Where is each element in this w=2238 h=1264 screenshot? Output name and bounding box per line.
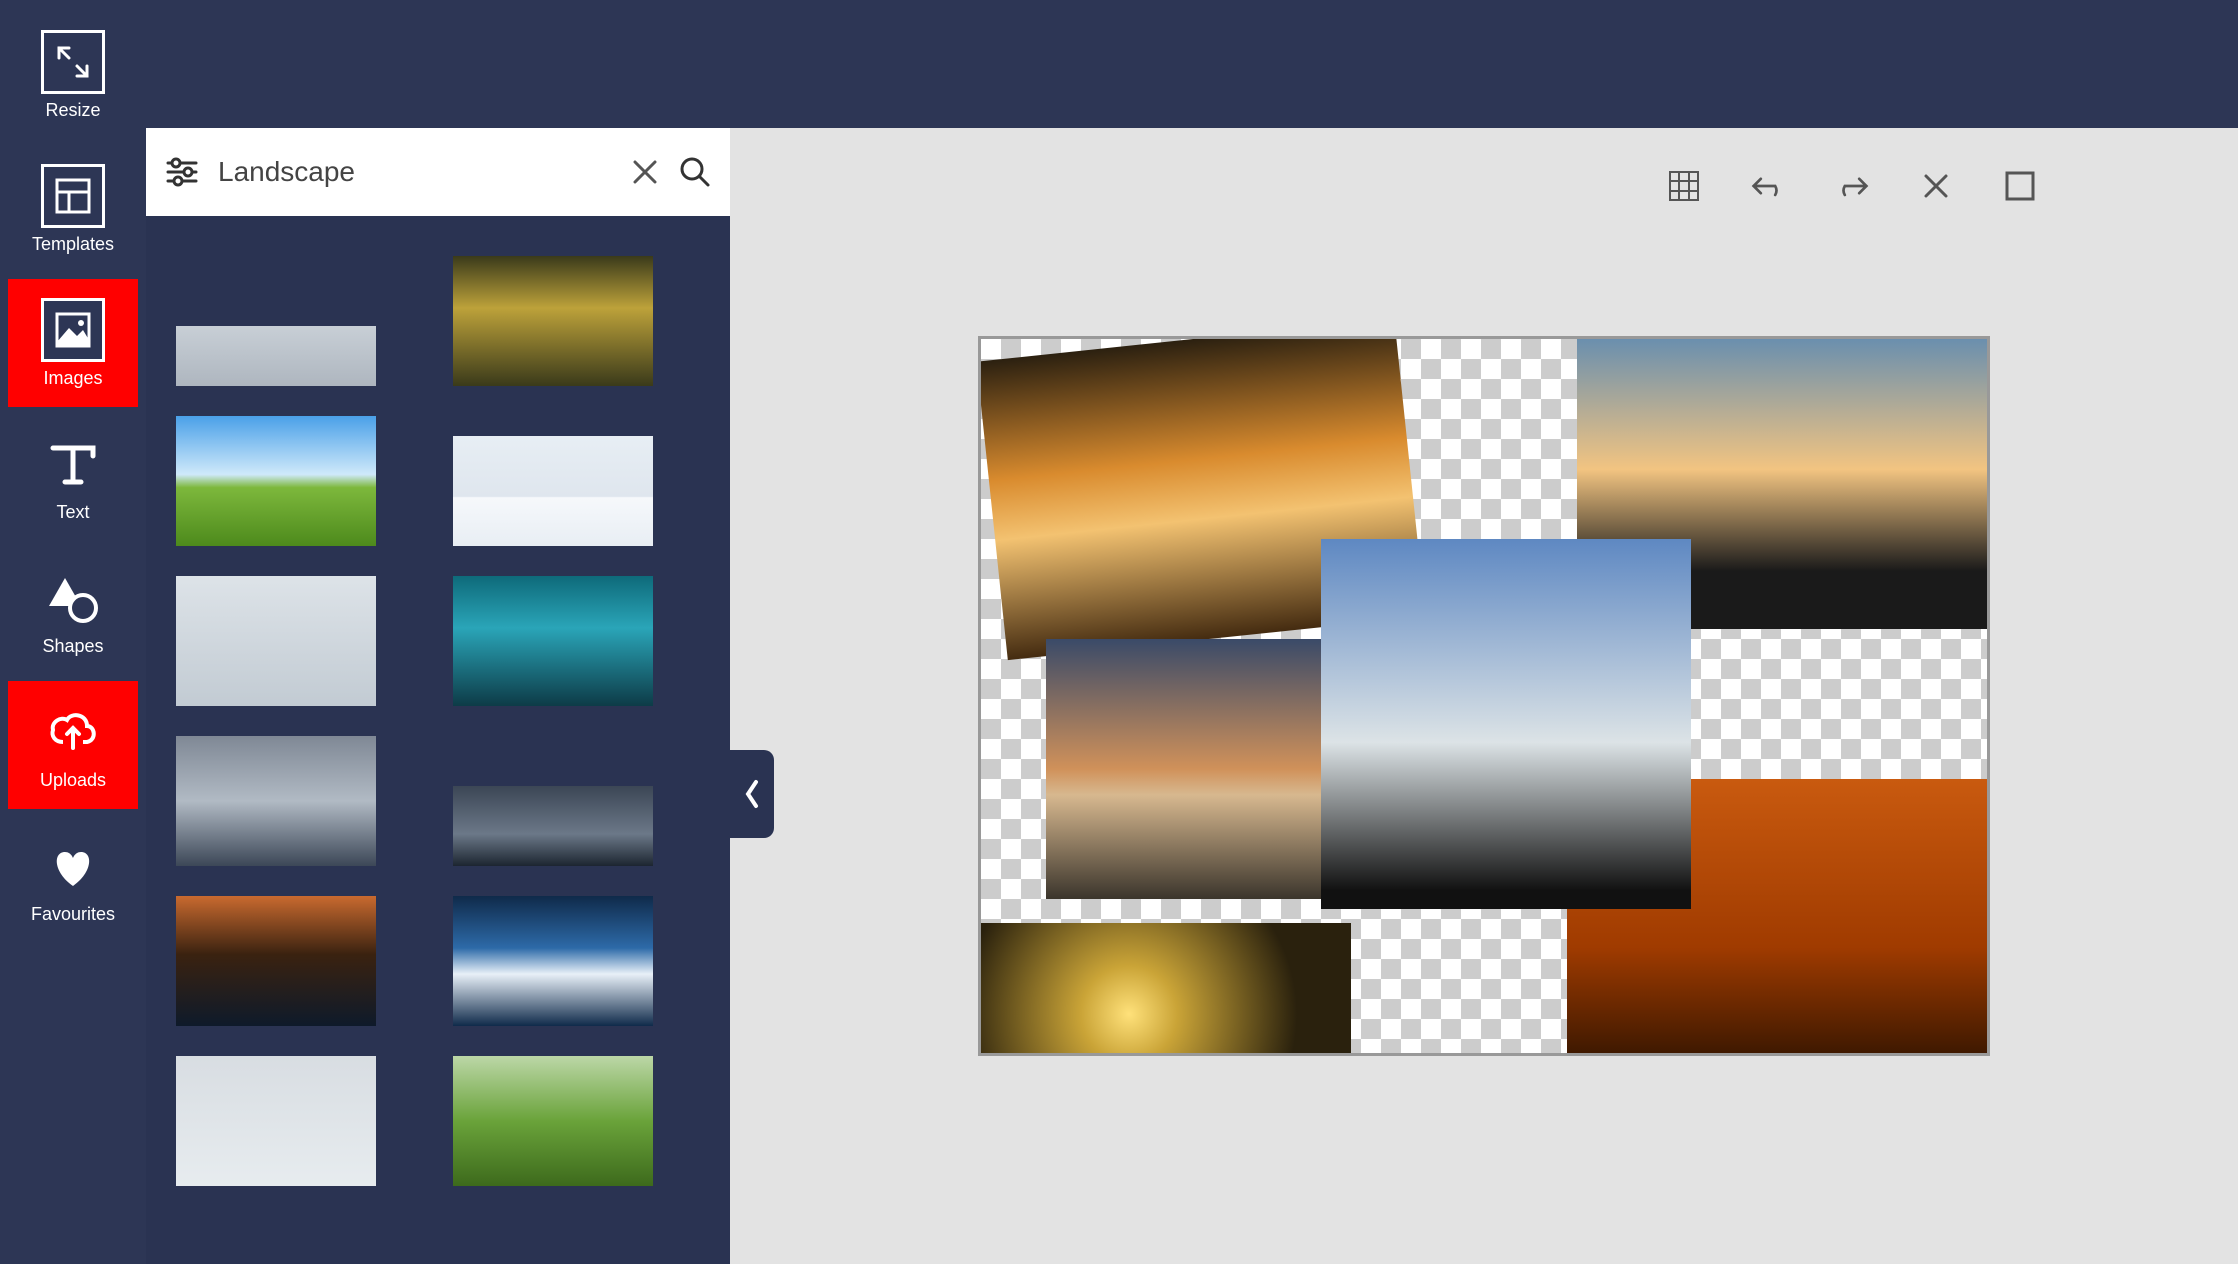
sidebar-item-text[interactable]: Text <box>8 413 138 541</box>
design-canvas[interactable] <box>978 336 1990 1056</box>
thumbnail[interactable] <box>453 896 653 1026</box>
images-panel <box>146 128 730 1264</box>
thumbnail[interactable] <box>453 416 653 546</box>
close-tool[interactable] <box>1918 168 1954 204</box>
thumbnail[interactable] <box>176 736 376 866</box>
sidebar-item-favourites[interactable]: Favourites <box>8 815 138 943</box>
search-input[interactable] <box>218 156 612 188</box>
text-icon <box>41 432 105 496</box>
search-bar <box>146 128 730 216</box>
grid-tool[interactable] <box>1666 168 1702 204</box>
placed-image[interactable] <box>1321 539 1691 909</box>
search-icon[interactable] <box>678 155 712 189</box>
clear-icon[interactable] <box>630 157 660 187</box>
thumbnail-grid <box>146 216 730 1264</box>
placed-image[interactable] <box>981 923 1351 1053</box>
sidebar-item-images[interactable]: Images <box>8 279 138 407</box>
sidebar-item-shapes[interactable]: Shapes <box>8 547 138 675</box>
sidebar-item-templates[interactable]: Templates <box>8 145 138 273</box>
sidebar-label: Templates <box>32 234 114 255</box>
sidebar-item-resize[interactable]: Resize <box>8 11 138 139</box>
blank-tool[interactable] <box>2002 168 2038 204</box>
thumbnail[interactable] <box>176 416 376 546</box>
shapes-icon <box>41 566 105 630</box>
sidebar-label: Text <box>56 502 89 523</box>
templates-icon <box>41 164 105 228</box>
top-bar <box>0 0 2238 128</box>
sidebar-label: Resize <box>45 100 100 121</box>
thumbnail[interactable] <box>176 896 376 1026</box>
canvas-area <box>730 128 2238 1264</box>
undo-tool[interactable] <box>1750 168 1786 204</box>
sidebar-item-uploads[interactable]: Uploads <box>8 681 138 809</box>
thumbnail[interactable] <box>176 256 376 386</box>
thumbnail[interactable] <box>453 256 653 386</box>
thumbnail[interactable] <box>176 1056 376 1186</box>
sidebar-label: Favourites <box>31 904 115 925</box>
thumbnail[interactable] <box>176 576 376 706</box>
sidebar-label: Uploads <box>40 770 106 791</box>
canvas-toolbar <box>1666 168 2038 204</box>
app-root: Resize Templates Images Text <box>0 0 2238 1264</box>
uploads-icon <box>41 700 105 764</box>
sidebar-label: Shapes <box>42 636 103 657</box>
thumbnail[interactable] <box>453 576 653 706</box>
thumbnail[interactable] <box>453 736 653 866</box>
images-icon <box>41 298 105 362</box>
sidebar-label: Images <box>43 368 102 389</box>
placed-image[interactable] <box>1046 639 1346 899</box>
thumbnail[interactable] <box>453 1056 653 1186</box>
sidebar: Resize Templates Images Text <box>0 0 146 1264</box>
resize-icon <box>41 30 105 94</box>
collapse-panel-button[interactable] <box>730 750 774 838</box>
redo-tool[interactable] <box>1834 168 1870 204</box>
filter-icon[interactable] <box>164 154 200 190</box>
heart-icon <box>41 834 105 898</box>
